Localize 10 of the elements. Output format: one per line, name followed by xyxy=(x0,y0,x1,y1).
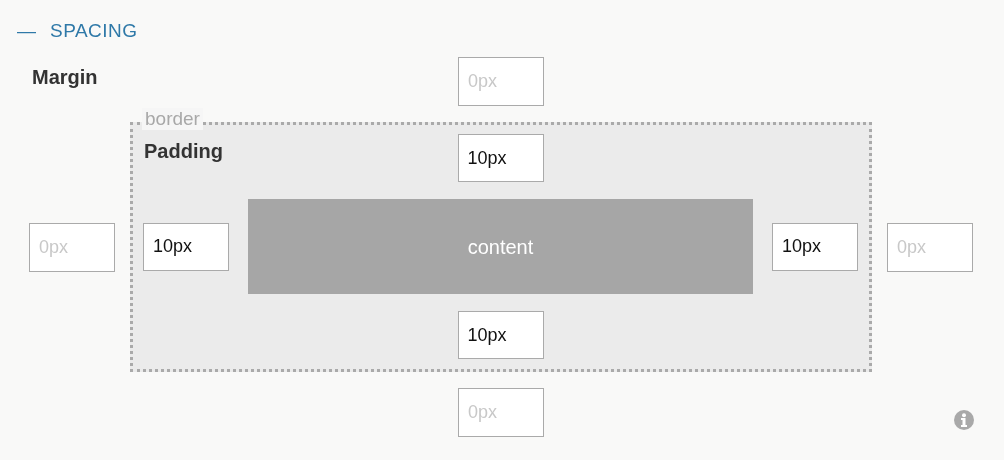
content-box: content xyxy=(248,199,753,294)
margin-label: Margin xyxy=(32,65,98,90)
padding-right-field[interactable]: 10px xyxy=(772,222,858,271)
padding-bottom-field[interactable]: 10px xyxy=(457,311,544,359)
collapse-toggle[interactable]: — xyxy=(17,17,50,46)
padding-label: Padding xyxy=(144,139,223,164)
padding-top-field[interactable]: 10px xyxy=(457,134,544,182)
padding-left-field[interactable]: 10px xyxy=(143,222,229,271)
info-icon[interactable] xyxy=(954,410,974,430)
section-title[interactable]: SPACING xyxy=(50,20,138,41)
